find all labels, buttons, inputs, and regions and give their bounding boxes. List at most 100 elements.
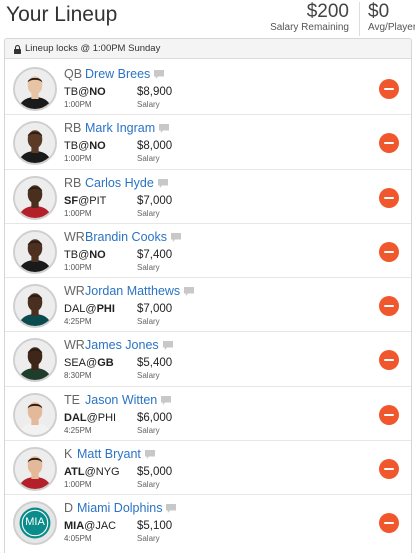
player-name[interactable]: Mark Ingram	[85, 121, 155, 135]
position-label: RB	[64, 121, 82, 136]
position-label: K	[64, 447, 73, 462]
player-name-link[interactable]: Mark Ingram	[85, 121, 170, 135]
at-sign: @	[85, 303, 97, 316]
position-label: RB	[64, 175, 82, 190]
note-icon[interactable]	[161, 394, 172, 405]
remove-player-button[interactable]	[379, 187, 399, 208]
lock-icon	[14, 44, 21, 54]
player-avatar[interactable]	[13, 175, 57, 220]
player-salary: $7,400	[137, 248, 173, 261]
team-abbr: TB	[64, 86, 79, 98]
game-time: 8:30PM	[64, 371, 92, 381]
at-sign: @	[78, 140, 90, 153]
player-salary: $6,000	[137, 411, 173, 424]
note-icon[interactable]	[166, 502, 177, 514]
remove-player-button[interactable]	[379, 296, 399, 317]
game-time: 4:25PM	[64, 425, 92, 435]
game-time: 1:00PM	[64, 208, 92, 218]
opponent-abbr: NO	[89, 140, 106, 153]
note-icon[interactable]	[144, 448, 155, 460]
lineup-row: RB Mark Ingram TB@NO 1:00PM $8,000 Salary	[5, 115, 411, 170]
player-name-link[interactable]: Carlos Hyde	[85, 176, 168, 190]
matchup: MIA@JAC	[64, 520, 116, 532]
player-name-link[interactable]: Jordan Matthews	[85, 284, 195, 298]
team-abbr: TB	[64, 248, 79, 261]
team-abbr: SF	[64, 194, 79, 207]
avg-per-player: $0 Avg/Player	[359, 2, 415, 36]
player-salary: $7,000	[137, 303, 173, 316]
opponent-abbr: NO	[89, 86, 106, 98]
game-time: 1:00PM	[64, 100, 92, 109]
player-name[interactable]: Carlos Hyde	[85, 176, 154, 190]
lock-notice: Lineup locks @ 1:00PM Sunday	[5, 39, 411, 59]
salary-remaining-value: $200	[306, 1, 349, 22]
player-name[interactable]: Brandin Cooks	[85, 230, 167, 244]
salary-label: Salary	[137, 100, 160, 109]
matchup: TB@NO	[64, 86, 106, 98]
player-avatar[interactable]	[13, 284, 57, 329]
matchup: SEA@GB	[64, 357, 114, 369]
team-logo-text: MIA	[25, 516, 45, 529]
salary-label: Salary	[137, 534, 160, 544]
lineup-card: Lineup locks @ 1:00PM Sunday QB Drew Bree…	[4, 38, 412, 553]
player-name[interactable]: Jason Witten	[85, 393, 157, 407]
player-name[interactable]: Matt Bryant	[77, 447, 141, 461]
avg-per-player-value: $0	[368, 1, 390, 22]
note-icon[interactable]	[171, 231, 181, 242]
remove-player-button[interactable]	[379, 513, 399, 534]
salary-label: Salary	[137, 262, 160, 272]
player-list: QB Drew Brees TB@NO 1:00PM $8,900 Salary RB Mar…	[5, 61, 411, 550]
player-avatar[interactable]	[13, 338, 57, 383]
opponent-abbr: NO	[89, 248, 106, 261]
opponent-abbr: GB	[97, 357, 114, 370]
player-name-link[interactable]: Brandin Cooks	[85, 230, 181, 244]
opponent-abbr: PHI	[96, 303, 115, 316]
note-icon[interactable]	[157, 177, 168, 188]
note-icon[interactable]	[162, 339, 173, 351]
player-name-link[interactable]: Jason Witten	[85, 393, 172, 407]
opponent-abbr: JAC	[95, 520, 117, 533]
page-title: Your Lineup	[6, 3, 118, 26]
note-icon[interactable]	[154, 68, 165, 79]
remove-player-button[interactable]	[379, 350, 399, 371]
salary-label: Salary	[137, 371, 160, 381]
player-avatar[interactable]	[13, 229, 57, 274]
opponent-abbr: PHI	[97, 411, 117, 424]
note-icon[interactable]	[184, 285, 195, 297]
player-avatar[interactable]	[13, 121, 57, 166]
player-name[interactable]: Miami Dolphins	[77, 501, 162, 515]
remove-player-button[interactable]	[379, 79, 399, 99]
lock-notice-text: Lineup locks @ 1:00PM Sunday	[25, 42, 161, 54]
player-name-link[interactable]: Miami Dolphins	[77, 501, 177, 515]
salary-label: Salary	[137, 480, 160, 490]
note-icon[interactable]	[159, 122, 170, 134]
team-abbr: ATL	[64, 466, 85, 479]
remove-player-button[interactable]	[379, 241, 399, 262]
player-avatar[interactable]	[13, 392, 57, 437]
remove-player-button[interactable]	[379, 404, 399, 425]
position-label: QB	[64, 67, 83, 81]
player-avatar[interactable]: MIA	[13, 501, 57, 546]
remove-player-button[interactable]	[379, 459, 399, 480]
player-name[interactable]: James Jones	[85, 338, 159, 352]
opponent-abbr: PIT	[89, 194, 107, 207]
salary-label: Salary	[137, 317, 160, 327]
matchup: TB@NO	[64, 140, 106, 152]
player-name[interactable]: Jordan Matthews	[85, 284, 180, 298]
player-name-link[interactable]: Drew Brees	[85, 67, 165, 81]
player-name[interactable]: Drew Brees	[85, 67, 150, 81]
at-sign: @	[86, 357, 98, 370]
at-sign: @	[78, 248, 90, 261]
remove-player-button[interactable]	[379, 133, 399, 154]
player-avatar[interactable]	[13, 67, 57, 111]
team-abbr: DAL	[64, 411, 87, 424]
player-salary: $8,000	[137, 140, 173, 153]
player-name-link[interactable]: James Jones	[85, 338, 173, 352]
salary-remaining: $200 Salary Remaining	[270, 1, 349, 34]
team-abbr: SEA	[64, 357, 87, 370]
player-avatar[interactable]	[13, 447, 57, 492]
player-name-link[interactable]: Matt Bryant	[77, 447, 155, 461]
position-label: WR	[64, 284, 85, 299]
salary-label: Salary	[137, 208, 160, 218]
lineup-row: MIA D Miami Dolphins MIA@JAC 4:05PM $5,100 Sal…	[5, 495, 411, 549]
